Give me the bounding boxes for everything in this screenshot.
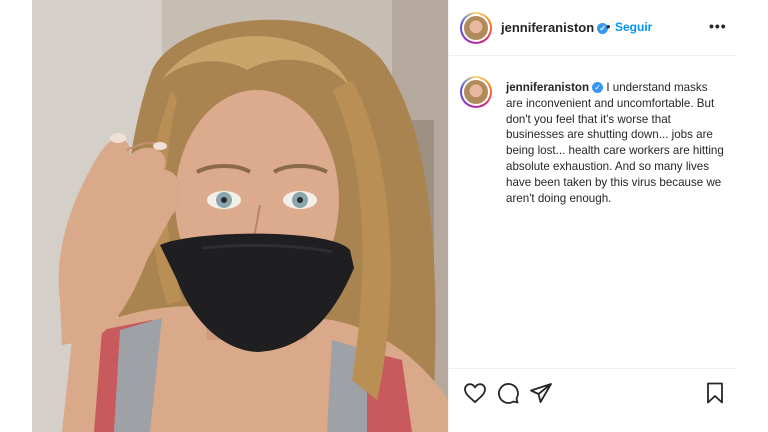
post-caption: jenniferaniston ✓ I understand masks are … (506, 80, 724, 206)
bookmark-icon[interactable] (703, 381, 727, 405)
post-sidebar: jenniferaniston ✓ • Seguir ••• jenniferan… (448, 0, 736, 432)
username-label: jenniferaniston (501, 20, 595, 35)
avatar-photo (464, 16, 488, 40)
follow-button[interactable]: Seguir (615, 20, 652, 34)
comment-icon[interactable] (496, 381, 520, 405)
action-bar (449, 368, 736, 432)
comment-avatar-photo (464, 80, 488, 104)
caption-verified-badge-icon: ✓ (592, 82, 604, 93)
heart-icon[interactable] (463, 381, 487, 405)
share-icon[interactable] (529, 381, 553, 405)
separator-dot: • (606, 19, 611, 34)
caption-username[interactable]: jenniferaniston (506, 81, 589, 94)
comment-avatar[interactable] (460, 76, 492, 108)
more-options-icon[interactable]: ••• (709, 18, 727, 34)
instagram-post: jenniferaniston ✓ • Seguir ••• jenniferan… (32, 0, 736, 432)
username-link[interactable]: jenniferaniston ✓ (501, 20, 609, 35)
selfie-image (32, 0, 448, 432)
avatar[interactable] (460, 12, 492, 44)
post-header: jenniferaniston ✓ • Seguir ••• (449, 0, 736, 56)
post-photo[interactable] (32, 0, 448, 432)
caption-text: I understand masks are inconvenient and … (506, 81, 724, 205)
